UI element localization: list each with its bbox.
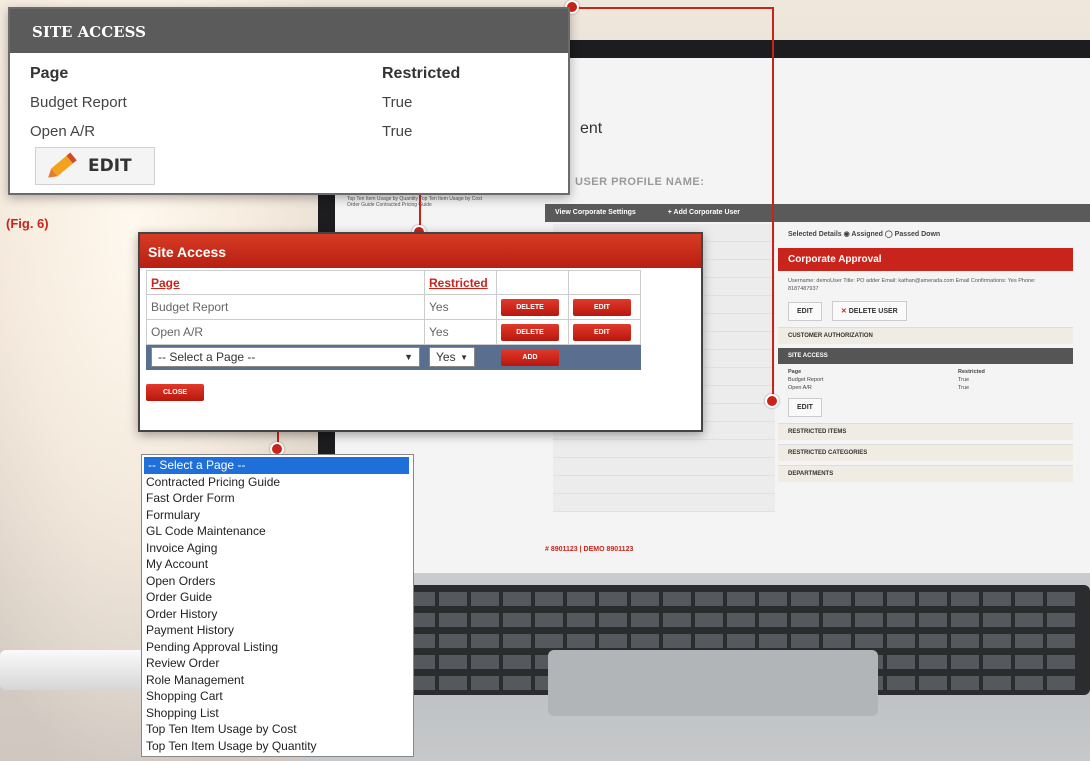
pencil-icon [44,152,77,182]
screen-left-list: Top Ten Item Usage by Quantity Top Ten I… [347,196,483,208]
view-corporate-settings-link[interactable]: View Corporate Settings [555,209,636,216]
edit-label: EDIT [88,156,132,176]
table-row: Budget Report Yes DELETE EDIT [146,294,641,320]
phone-image [0,650,150,690]
dropdown-option[interactable]: Top Ten Item Usage by Quantity [142,738,413,755]
table-row: Open A/R True [10,117,568,146]
row-page: Open A/R [30,123,96,140]
corporate-approval-header: Corporate Approval [778,248,1073,271]
restricted-categories-section[interactable]: RESTRICTED CATEGORIES [778,444,1073,461]
restricted-items-section[interactable]: RESTRICTED ITEMS [778,423,1073,440]
col-page-header[interactable]: Page [146,270,425,295]
row-page: Budget Report [30,94,127,111]
dropdown-option[interactable]: Invoice Aging [142,540,413,557]
figure-label: (Fig. 6) [6,216,49,231]
table-row: Open A/R Yes DELETE EDIT [146,319,641,345]
site-access-edit-title: Site Access [140,234,701,268]
screen-details-panel: Selected Details ◉ Assigned ◯ Passed Dow… [778,224,1073,482]
site-access-edit-panel: Site Access Page Restricted Budget Repor… [138,232,703,432]
col-restricted-header: Restricted [382,64,461,82]
close-icon: ✕ [840,308,849,315]
dropdown-option[interactable]: My Account [142,556,413,573]
dropdown-option[interactable]: -- Select a Page -- [144,457,409,474]
dropdown-arrow-icon: ▼ [460,352,468,362]
delete-button[interactable]: DELETE [501,324,559,341]
add-button[interactable]: ADD [501,349,559,366]
connector-dot [765,394,779,408]
screen-toolbar: View Corporate Settings + Add Corporate … [545,204,1090,222]
dropdown-option[interactable]: Role Management [142,672,413,689]
selected-details: Selected Details ◉ Assigned ◯ Passed Dow… [788,231,941,238]
customer-authorization-section[interactable]: CUSTOMER AUTHORIZATION [778,327,1073,344]
page-select[interactable]: -- Select a Page -- ▼ [151,347,420,367]
dropdown-option[interactable]: Shopping Cart [142,688,413,705]
site-access-view-title: SITE ACCESS [10,9,568,53]
site-access-section[interactable]: SITE ACCESS [778,348,1073,364]
row-restricted: True [382,123,413,140]
row-restricted: Yes [424,319,497,345]
delete-user-button[interactable]: ✕ DELETE USER [831,301,907,321]
user-profile-label: USER PROFILE NAME: [575,176,705,188]
edit-button[interactable]: EDIT [35,147,155,185]
screen-site-access-edit-button[interactable]: EDIT [788,398,822,417]
delete-user-label: DELETE USER [848,308,898,315]
dropdown-option[interactable]: Open Orders [142,573,413,590]
dropdown-option[interactable]: Review Order [142,655,413,672]
restricted-select[interactable]: Yes ▼ [429,347,475,367]
dropdown-option[interactable]: Pending Approval Listing [142,639,413,656]
close-button[interactable]: CLOSE [146,384,204,401]
row-page: Budget Report [146,294,425,320]
screen-title: ent [580,120,603,137]
dropdown-option[interactable]: Top Ten Item Usage by Cost [142,721,413,738]
dropdown-option[interactable]: Formulary [142,507,413,524]
delete-button[interactable]: DELETE [501,299,559,316]
screen-edit-button[interactable]: EDIT [788,302,822,321]
screen-site-access-table: Page Restricted Budget Report True Open A/… [788,369,985,391]
view-table-header: Page Restricted [10,59,568,88]
edit-row-button[interactable]: EDIT [573,324,631,341]
dropdown-option[interactable]: Fast Order Form [142,490,413,507]
dropdown-option[interactable]: Payment History [142,622,413,639]
col-page-header: Page [30,64,69,82]
restricted-select-value: Yes [436,350,456,364]
edit-row-button[interactable]: EDIT [573,299,631,316]
dropdown-option[interactable]: Contracted Pricing Guide [142,474,413,491]
user-details: Username: demoUser Title: PO adder Email… [788,278,1036,292]
row-restricted: True [382,94,413,111]
add-corporate-user-link[interactable]: + Add Corporate User [668,209,740,216]
site-access-view-panel: SITE ACCESS Page Restricted Budget Repor… [8,7,570,195]
dropdown-option[interactable]: GL Code Maintenance [142,523,413,540]
dropdown-arrow-icon: ▼ [404,352,413,362]
row-restricted: Yes [424,294,497,320]
connector-line [572,7,774,9]
site-access-edit-table: Page Restricted Budget Report Yes DELETE… [146,270,641,370]
screen-footer: # 8901123 | DEMO 8901123 [545,546,634,553]
connector-line [772,7,774,400]
departments-section[interactable]: DEPARTMENTS [778,465,1073,482]
laptop-touchpad [548,650,878,716]
page-select-value: -- Select a Page -- [158,350,256,364]
table-row: Budget Report True [10,88,568,117]
page-dropdown-list[interactable]: -- Select a Page -- Contracted Pricing G… [141,454,414,757]
dropdown-option[interactable]: Shopping List [142,705,413,722]
row-page: Open A/R [146,319,425,345]
dropdown-option[interactable]: Order History [142,606,413,623]
col-restricted-header[interactable]: Restricted [424,270,497,295]
dropdown-option[interactable]: Order Guide [142,589,413,606]
add-row: -- Select a Page -- ▼ Yes ▼ ADD [146,344,641,370]
